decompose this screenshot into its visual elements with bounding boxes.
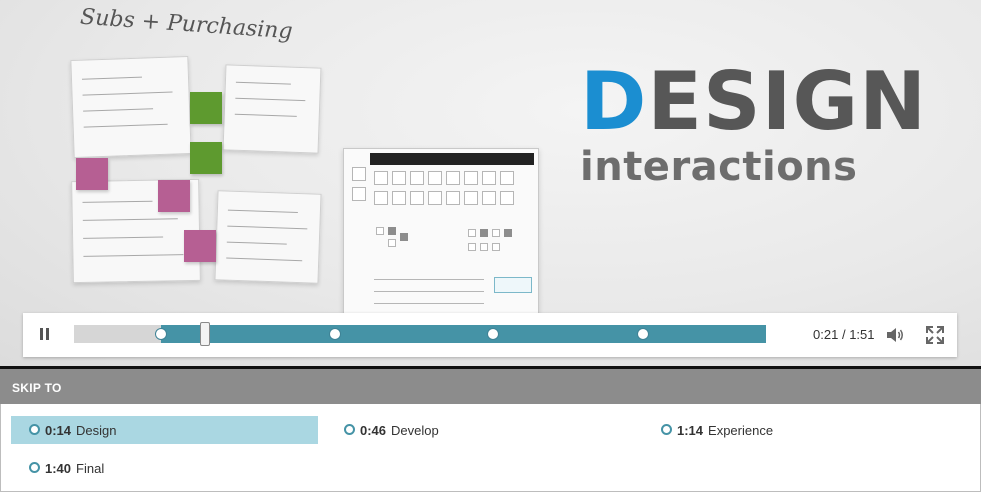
player-controls: 0:21 / 1:51 (23, 313, 957, 357)
time-separator: / (841, 327, 846, 342)
skip-to-header: SKIP TO (0, 369, 981, 404)
brand-logo: DESIGN interactions (580, 62, 927, 191)
chapter-final[interactable]: 1:40 Final (11, 454, 318, 482)
chapter-marker[interactable] (328, 328, 341, 340)
seek-bar-chapters-fill (161, 325, 766, 343)
fullscreen-icon[interactable] (925, 325, 945, 345)
brand-title: DESIGN (580, 62, 927, 142)
chapter-dot-icon (29, 462, 40, 473)
chapter-time: 1:40 (45, 461, 72, 476)
sketch-title: Subs + Purchasing (79, 4, 294, 45)
chapter-label: Develop (391, 423, 439, 438)
chapter-list: 0:14 Design 0:46 Develop 1:14 Experience 1:… (0, 404, 981, 492)
chapter-dot-icon (661, 424, 672, 435)
sticky-note (158, 180, 190, 212)
brand-accent-letter: D (580, 55, 648, 148)
chapter-dot-icon (29, 424, 40, 435)
pause-icon[interactable] (37, 327, 53, 343)
duration: 1:51 (849, 327, 875, 342)
video-frame[interactable]: Subs + Purchasing DESIGN interactions 0:… (0, 0, 981, 366)
sticky-note (190, 142, 222, 174)
seek-bar[interactable] (74, 322, 766, 346)
chapter-label: Final (76, 461, 105, 476)
chapter-develop[interactable]: 0:46 Develop (326, 416, 626, 444)
chapter-label: Design (76, 423, 117, 438)
sketch-paper (214, 190, 322, 284)
time-display: 0:21 / 1:51 (813, 327, 875, 342)
chapter-label: Experience (708, 423, 774, 438)
brand-title-rest: ESIGN (647, 55, 928, 148)
chapter-time: 0:14 (45, 423, 72, 438)
chapter-time: 0:46 (360, 423, 387, 438)
seek-handle[interactable] (199, 322, 210, 346)
wireframe-sketch (343, 148, 539, 320)
chapter-marker[interactable] (636, 328, 649, 340)
chapter-experience[interactable]: 1:14 Experience (643, 416, 943, 444)
current-time: 0:21 (813, 327, 839, 342)
sticky-note (184, 230, 216, 262)
volume-icon[interactable] (885, 326, 905, 344)
sketch-paper (222, 64, 322, 154)
sticky-note (190, 92, 222, 124)
sticky-note (76, 158, 108, 190)
chapter-design[interactable]: 0:14 Design (11, 416, 318, 444)
chapter-time: 1:14 (677, 423, 704, 438)
sketch-paper (70, 55, 192, 159)
brand-subtitle: interactions (580, 144, 858, 190)
chapter-dot-icon (344, 424, 355, 435)
